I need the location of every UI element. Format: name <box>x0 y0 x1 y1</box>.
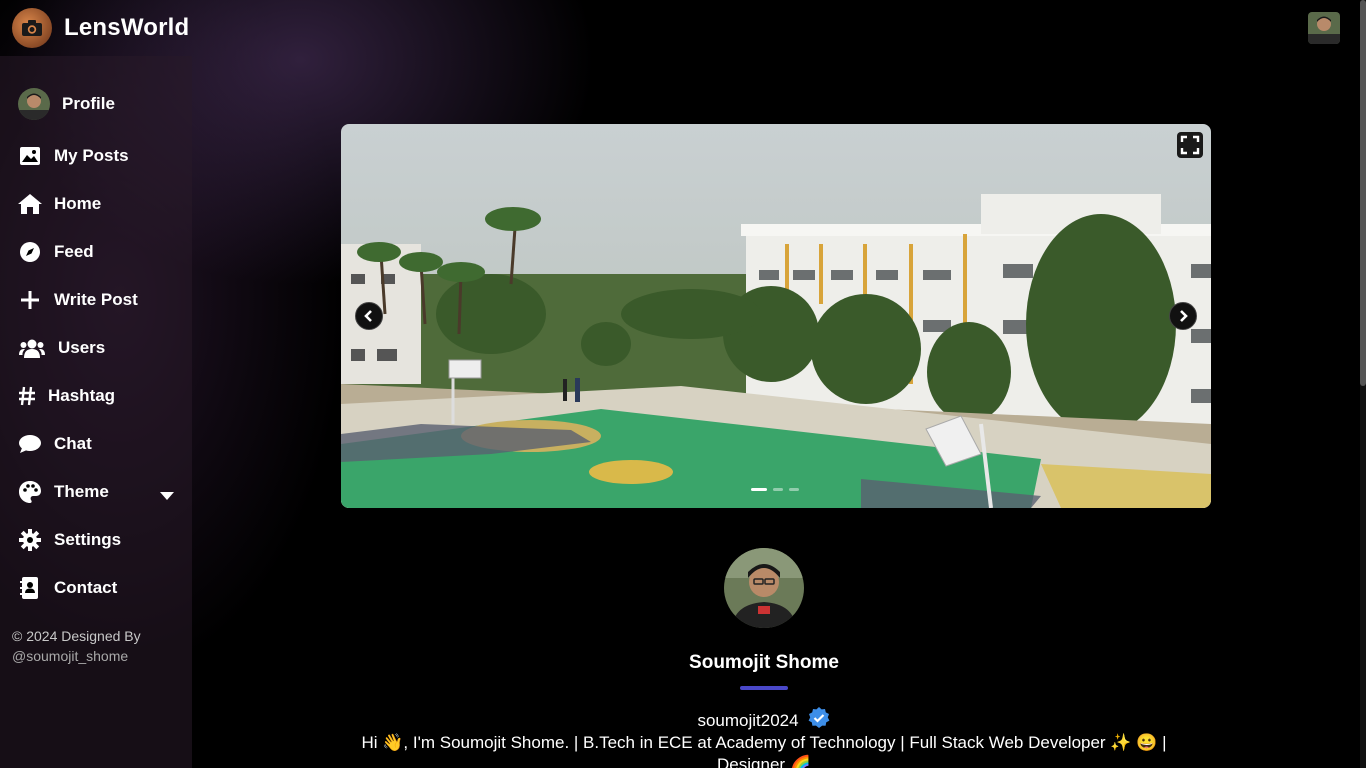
avatar <box>18 88 50 120</box>
chevron-right-icon <box>1180 310 1188 322</box>
sidebar-item-label: Users <box>58 338 106 357</box>
image-carousel <box>341 124 1211 508</box>
carousel-image <box>341 124 1211 508</box>
gear-icon <box>18 528 42 552</box>
compass-icon <box>18 240 42 264</box>
copyright-text: © 2024 Designed By <box>12 628 141 644</box>
profile-bio: Hi 👋, I'm Soumojit Shome. | B.Tech in EC… <box>361 733 1167 768</box>
sidebar-item-label: Contact <box>54 578 118 597</box>
sidebar-item-users[interactable]: Users <box>18 330 178 366</box>
users-icon <box>18 336 46 360</box>
sidebar-item-my-posts[interactable]: My Posts <box>18 138 178 174</box>
sidebar-item-profile[interactable]: Profile <box>18 86 178 122</box>
sidebar-item-label: Feed <box>54 242 94 261</box>
verified-badge-icon <box>807 706 831 735</box>
carousel-next-button[interactable] <box>1169 302 1197 330</box>
profile-name: Soumojit Shome <box>689 652 839 673</box>
sidebar-item-settings[interactable]: Settings <box>18 522 178 558</box>
carousel-dot-2[interactable] <box>773 488 783 491</box>
sidebar-item-label: Write Post <box>54 290 138 309</box>
sidebar-item-theme[interactable]: Theme <box>18 474 178 510</box>
fullscreen-icon <box>1177 132 1203 158</box>
profile-username: soumojit2024 <box>697 710 799 730</box>
sidebar-item-write-post[interactable]: Write Post <box>18 282 178 318</box>
name-underline <box>740 686 788 690</box>
contact-card-icon <box>18 576 42 600</box>
sidebar: Profile My Posts Home Feed Write Post Us… <box>0 56 192 768</box>
sidebar-item-hashtag[interactable]: Hashtag <box>18 378 178 414</box>
scrollbar-thumb[interactable] <box>1360 0 1366 386</box>
sidebar-item-label: Chat <box>54 434 92 453</box>
sidebar-item-feed[interactable]: Feed <box>18 234 178 270</box>
carousel-dot-1[interactable] <box>751 488 767 491</box>
username-row: soumojit2024 <box>564 706 964 735</box>
carousel-prev-button[interactable] <box>355 302 383 330</box>
fullscreen-button[interactable] <box>1177 132 1203 158</box>
sidebar-item-label: My Posts <box>54 146 129 165</box>
hashtag-icon <box>18 384 36 408</box>
sidebar-item-label: Hashtag <box>48 386 116 405</box>
chevron-left-icon <box>364 310 372 322</box>
sidebar-item-label: Home <box>54 194 102 213</box>
chat-icon <box>18 432 42 456</box>
sidebar-item-label: Profile <box>62 94 115 113</box>
sidebar-item-label: Theme <box>54 482 109 501</box>
chevron-down-icon[interactable] <box>160 486 174 506</box>
image-icon <box>18 144 42 168</box>
home-icon <box>18 192 42 216</box>
sidebar-item-chat[interactable]: Chat <box>18 426 178 462</box>
carousel-dot-3[interactable] <box>789 488 799 491</box>
user-avatar[interactable] <box>1308 12 1340 44</box>
sidebar-item-contact[interactable]: Contact <box>18 570 178 606</box>
profile-avatar[interactable] <box>724 548 804 628</box>
app-name: LensWorld <box>64 14 190 41</box>
author-handle-link[interactable]: @soumojit_shome <box>12 648 128 664</box>
palette-icon <box>18 480 42 504</box>
camera-icon <box>12 8 52 48</box>
carousel-indicators <box>751 488 799 491</box>
plus-icon <box>18 288 42 312</box>
sidebar-item-label: Settings <box>54 530 122 549</box>
sidebar-item-home[interactable]: Home <box>18 186 178 222</box>
brand[interactable]: LensWorld <box>12 8 189 48</box>
sidebar-footer: © 2024 Designed By @soumojit_shome <box>12 626 182 666</box>
page-scrollbar[interactable] <box>1360 0 1366 768</box>
